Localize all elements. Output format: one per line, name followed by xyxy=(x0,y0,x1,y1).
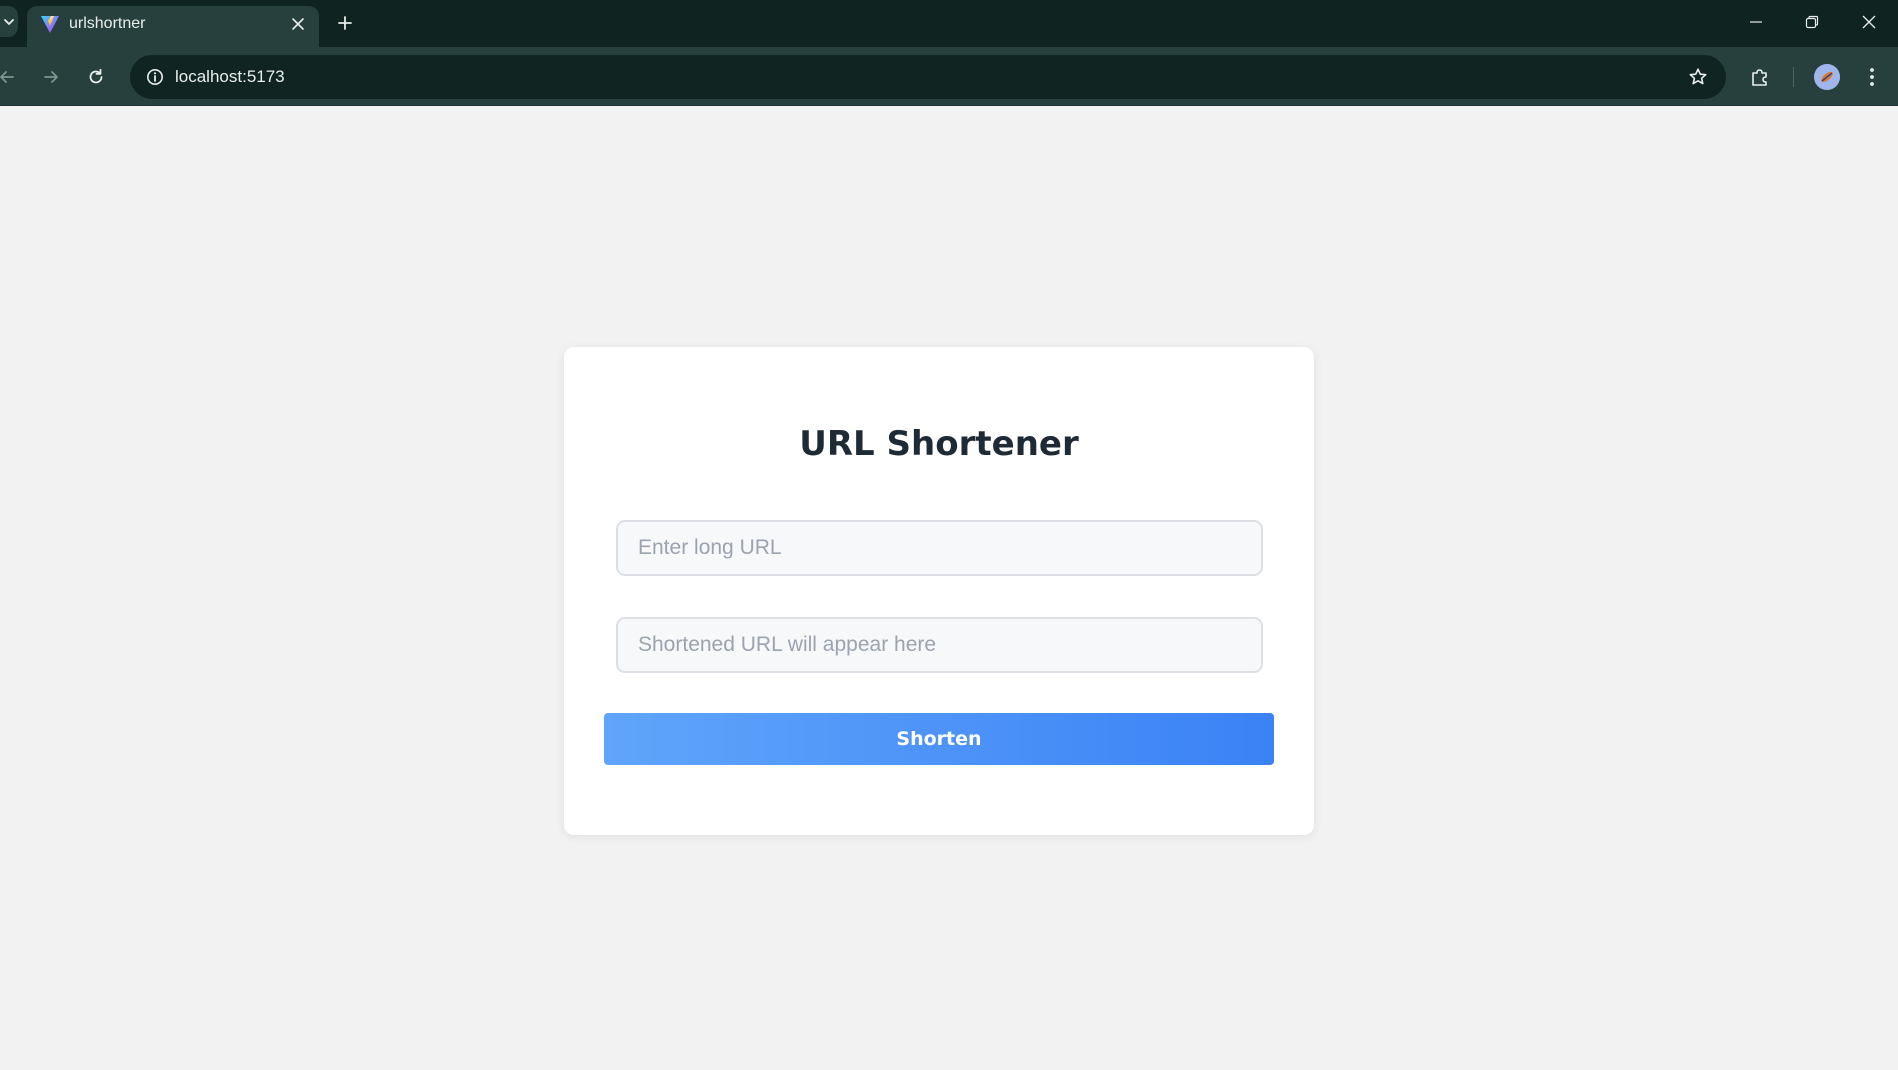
tab-title: urlshortner xyxy=(69,15,146,32)
site-info-button[interactable] xyxy=(140,62,170,92)
url-shortener-card: URL Shortener Shorten xyxy=(564,347,1314,835)
reload-button[interactable] xyxy=(80,61,112,93)
long-url-input[interactable] xyxy=(616,520,1263,576)
new-tab-button[interactable] xyxy=(333,11,357,35)
forward-button[interactable] xyxy=(35,61,67,93)
chevron-down-icon xyxy=(4,18,14,25)
window-minimize-button[interactable] xyxy=(1736,8,1776,36)
plus-icon xyxy=(338,16,352,30)
browser-menu-button[interactable] xyxy=(1856,61,1888,93)
back-button[interactable] xyxy=(0,61,23,93)
close-icon xyxy=(292,18,304,30)
page-title: URL Shortener xyxy=(799,424,1079,464)
tab-close-button[interactable] xyxy=(288,14,308,34)
close-icon xyxy=(1862,15,1876,29)
more-vertical-icon xyxy=(1870,68,1874,86)
puzzle-icon xyxy=(1752,69,1767,86)
arrow-left-icon xyxy=(0,71,14,83)
star-icon xyxy=(1689,68,1707,85)
browser-tab-strip: urlshortner xyxy=(0,0,1898,47)
browser-toolbar: localhost:5173 xyxy=(0,47,1898,106)
page-viewport: URL Shortener Shorten xyxy=(0,106,1898,1070)
window-close-button[interactable] xyxy=(1849,8,1889,36)
profile-avatar-button[interactable] xyxy=(1814,64,1840,90)
address-bar-url: localhost:5173 xyxy=(175,67,285,86)
reload-icon xyxy=(89,68,103,84)
extensions-button[interactable] xyxy=(1744,61,1776,93)
info-icon xyxy=(147,69,163,85)
avatar-icon xyxy=(1814,64,1840,90)
vite-logo-icon xyxy=(41,16,59,33)
shorten-button[interactable]: Shorten xyxy=(604,713,1274,765)
shortened-url-output[interactable] xyxy=(616,617,1263,673)
address-bar[interactable]: localhost:5173 xyxy=(130,55,1726,99)
arrow-right-icon xyxy=(44,71,58,83)
window-restore-button[interactable] xyxy=(1792,8,1832,36)
bookmark-button[interactable] xyxy=(1684,63,1712,91)
toolbar-separator xyxy=(1793,67,1794,87)
restore-icon xyxy=(1805,15,1819,29)
tab-search-button[interactable] xyxy=(0,6,18,37)
minimize-icon xyxy=(1750,21,1762,23)
browser-tab-active[interactable]: urlshortner xyxy=(27,6,319,47)
